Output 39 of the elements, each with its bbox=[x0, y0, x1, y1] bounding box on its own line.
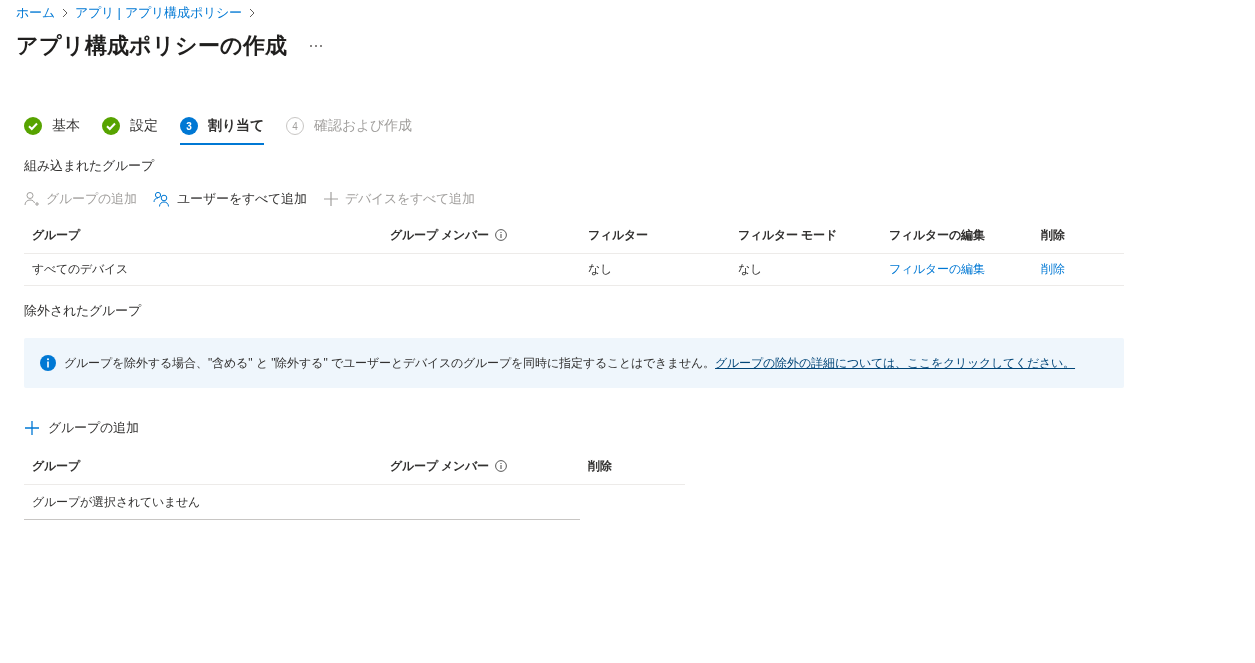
table-cell: なし bbox=[588, 262, 612, 276]
plus-icon bbox=[323, 191, 339, 207]
breadcrumb-link[interactable]: ホーム bbox=[16, 4, 55, 22]
wizard-step-tab[interactable]: 基本 bbox=[24, 111, 80, 145]
column-header: グループ メンバー bbox=[390, 457, 490, 475]
details-link[interactable]: グループの除外の詳細については、ここをクリックしてください。 bbox=[715, 355, 1076, 370]
table-link[interactable]: フィルターの編集 bbox=[889, 262, 985, 276]
step-number: 3 bbox=[180, 117, 198, 135]
more-icon[interactable] bbox=[309, 44, 323, 48]
person-add-icon bbox=[24, 191, 40, 207]
empty-message: グループが選択されていません bbox=[32, 494, 200, 509]
wizard-step-tab[interactable]: 3 割り当て bbox=[180, 111, 264, 145]
table-cell: すべてのデバイス bbox=[32, 262, 128, 276]
toolbar-button[interactable]: ユーザーをすべて追加 bbox=[153, 190, 307, 208]
checkmark-circle-icon bbox=[102, 117, 120, 135]
section-heading: 組み込まれたグループ bbox=[24, 157, 156, 175]
column-header: フィルター モード bbox=[738, 227, 838, 242]
column-header: 削除 bbox=[588, 458, 612, 473]
chevron-right-icon bbox=[61, 8, 69, 18]
section-heading: 除外されたグループ bbox=[24, 302, 143, 320]
wizard-step-tab[interactable]: 4 確認および作成 bbox=[286, 111, 412, 145]
banner-message: グループを除外する場合、"含める" と "除外する" でユーザーとデバイスのグループを同時に指定することはできません。グループの除外の詳細については、ここをクリックしてください。 bbox=[64, 354, 1076, 372]
column-header: フィルターの編集 bbox=[889, 227, 985, 242]
add-group-button[interactable]: グループの追加 bbox=[24, 416, 139, 440]
column-header: グループ メンバー bbox=[390, 226, 490, 244]
page-title: アプリ構成ポリシーの作成 bbox=[16, 32, 287, 60]
column-header: フィルター bbox=[588, 227, 648, 242]
checkmark-circle-icon bbox=[24, 117, 42, 135]
table-cell: なし bbox=[738, 262, 762, 276]
plus-icon bbox=[24, 420, 40, 436]
column-header: グループ bbox=[32, 227, 80, 242]
info-icon bbox=[40, 355, 56, 371]
wizard-step-tab[interactable]: 設定 bbox=[102, 111, 158, 145]
people-icon bbox=[153, 191, 171, 207]
table-link[interactable]: 削除 bbox=[1041, 262, 1065, 276]
chevron-right-icon bbox=[247, 8, 256, 18]
breadcrumb-link[interactable]: アプリ | アプリ構成ポリシー bbox=[75, 4, 242, 22]
column-header: グループ bbox=[32, 458, 80, 473]
column-header: 削除 bbox=[1041, 227, 1065, 242]
